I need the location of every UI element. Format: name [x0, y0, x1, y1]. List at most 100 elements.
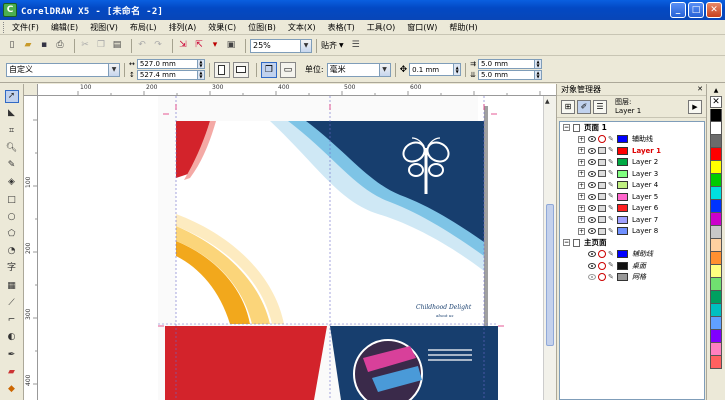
palette-color-swatch[interactable] [710, 343, 722, 356]
layer-row-layer-3[interactable]: + ✎ Layer 3 [560, 168, 704, 180]
layer-row-layer-8[interactable]: + ✎ Layer 8 [560, 226, 704, 238]
palette-color-swatch[interactable] [710, 330, 722, 343]
menu-tools[interactable]: 工具(O) [367, 22, 396, 33]
eyedropper-tool-icon[interactable]: ✒ [5, 348, 19, 361]
vertical-scrollbar[interactable]: ▲ [543, 96, 556, 400]
palette-color-swatch[interactable] [710, 278, 722, 291]
zoom-level-select[interactable]: 25% ▼ [250, 38, 312, 53]
edit-pencil-icon[interactable]: ✎ [608, 170, 615, 177]
close-icon[interactable]: ✕ [697, 85, 703, 93]
edit-pencil-icon[interactable]: ✎ [608, 193, 615, 200]
menu-window[interactable]: 窗口(W) [407, 22, 437, 33]
pick-tool-icon[interactable]: ➚ [4, 90, 19, 104]
save-icon[interactable]: ▪ [38, 40, 50, 52]
print-disabled-icon[interactable] [598, 273, 606, 282]
menu-grip-handle[interactable] [3, 21, 6, 33]
print-disabled-icon[interactable] [598, 135, 606, 144]
printer-icon[interactable] [598, 193, 606, 201]
crop-tool-icon[interactable]: ⌗ [5, 125, 19, 138]
layer-row-layer-2[interactable]: + ✎ Layer 2 [560, 157, 704, 169]
visibility-eye-icon[interactable] [588, 205, 596, 212]
edit-pencil-icon[interactable]: ✎ [608, 204, 615, 212]
edit-pencil-icon[interactable]: ✎ [608, 135, 615, 143]
printer-icon[interactable] [598, 147, 606, 155]
smart-fill-tool-icon[interactable]: ◈ [5, 176, 19, 189]
spinner-icon[interactable]: ▲ ▼ [534, 71, 541, 79]
publish-pdf-icon[interactable]: ▾ [209, 40, 221, 52]
expand-icon[interactable]: + [578, 170, 585, 178]
visibility-eye-icon[interactable] [588, 274, 596, 281]
close-button[interactable]: ✕ [706, 2, 722, 18]
expand-icon[interactable]: + [578, 227, 585, 235]
dimension-tool-icon[interactable]: ⟋ [5, 297, 19, 310]
redo-icon[interactable]: ↷ [152, 40, 164, 52]
menu-table[interactable]: 表格(T) [328, 22, 355, 33]
edit-pencil-icon[interactable]: ✎ [608, 227, 615, 235]
edit-pencil-icon[interactable]: ✎ [608, 273, 615, 281]
snap-to-dropdown[interactable]: 贴齐 [321, 40, 337, 51]
print-disabled-icon[interactable] [598, 261, 606, 270]
spinner-icon[interactable]: ▲ ▼ [534, 60, 541, 68]
edit-across-layers-icon[interactable]: ✐ [577, 99, 591, 114]
scroll-up-icon[interactable]: ▲ [545, 98, 550, 105]
scrollbar-thumb[interactable] [546, 204, 554, 346]
menu-effects[interactable]: 效果(C) [208, 22, 236, 33]
master-layer-row-guides[interactable]: ✎ 辅助线 [560, 249, 704, 261]
printer-icon[interactable] [598, 158, 606, 166]
horizontal-ruler[interactable]: 100 200 300 400 500 600 [38, 84, 556, 96]
polygon-tool-icon[interactable]: ⬠ [5, 228, 19, 241]
visibility-eye-icon[interactable] [588, 216, 596, 223]
paste-icon[interactable]: ▤ [111, 40, 123, 52]
tree-page-row[interactable]: − 页面 1 [560, 122, 704, 134]
expand-icon[interactable]: + [578, 193, 585, 201]
current-page-button[interactable]: ▭ [279, 61, 296, 78]
ruler-origin-corner[interactable] [24, 84, 38, 96]
units-select[interactable]: 毫米 ▼ [326, 62, 391, 77]
blend-tool-icon[interactable]: ◐ [5, 331, 19, 344]
layer-row-guides[interactable]: + ✎ 辅助线 [560, 134, 704, 146]
chevron-down-icon[interactable]: ▼ [378, 63, 390, 76]
menu-help[interactable]: 帮助(H) [449, 22, 477, 33]
expand-icon[interactable]: + [578, 158, 585, 166]
visibility-eye-icon[interactable] [588, 159, 596, 166]
zoom-tool-icon[interactable]: 🔍︎ [5, 142, 19, 155]
visibility-eye-icon[interactable] [588, 262, 596, 269]
master-layer-row-grid[interactable]: ✎ 网格 [560, 272, 704, 284]
freehand-tool-icon[interactable]: ✎ [5, 159, 19, 172]
edit-pencil-icon[interactable]: ✎ [608, 250, 615, 258]
layer-row-layer-7[interactable]: + ✎ Layer 7 [560, 214, 704, 226]
printer-icon[interactable] [598, 216, 606, 224]
palette-scroll-up-icon[interactable]: ▲ [714, 86, 719, 96]
outline-tool-icon[interactable]: ▰ [5, 366, 19, 379]
palette-color-swatch[interactable] [710, 291, 722, 304]
printer-icon[interactable] [598, 181, 606, 189]
landscape-button[interactable] [232, 61, 249, 78]
duplicate-x-field[interactable]: 5.0 mm ▲ ▼ [478, 59, 542, 69]
palette-color-swatch[interactable] [710, 252, 722, 265]
visibility-eye-icon[interactable] [588, 228, 596, 235]
spinner-icon[interactable]: ▲ ▼ [196, 71, 204, 79]
fill-tool-icon[interactable]: ◆ [5, 383, 19, 396]
page-width-field[interactable]: 527.0 mm ▲ ▼ [136, 59, 205, 69]
import-icon[interactable]: ⇲ [177, 40, 189, 52]
export-icon[interactable]: ⇱ [193, 40, 205, 52]
expand-icon[interactable]: + [578, 135, 585, 143]
palette-color-swatch[interactable] [710, 122, 722, 135]
menu-edit[interactable]: 编辑(E) [51, 22, 78, 33]
all-pages-button[interactable]: ❐ [260, 61, 277, 78]
chevron-down-icon[interactable]: ▼ [108, 63, 119, 76]
expand-icon[interactable]: + [578, 204, 585, 212]
chevron-down-icon[interactable]: ▼ [300, 39, 311, 52]
welcome-screen-icon[interactable]: ▣ [225, 40, 237, 52]
layer-row-layer-5[interactable]: + ✎ Layer 5 [560, 191, 704, 203]
menu-layout[interactable]: 布局(L) [130, 22, 157, 33]
palette-color-swatch[interactable] [710, 356, 722, 369]
printer-icon[interactable] [598, 204, 606, 212]
ellipse-tool-icon[interactable]: ○ [5, 211, 19, 224]
basic-shapes-tool-icon[interactable]: ◔ [5, 245, 19, 258]
nudge-distance-field[interactable]: 0.1 mm ▲ ▼ [409, 63, 462, 76]
no-color-swatch[interactable]: ✕ [710, 96, 722, 108]
visibility-eye-icon[interactable] [588, 136, 596, 143]
edit-pencil-icon[interactable]: ✎ [608, 262, 615, 269]
collapse-icon[interactable]: − [563, 124, 570, 132]
